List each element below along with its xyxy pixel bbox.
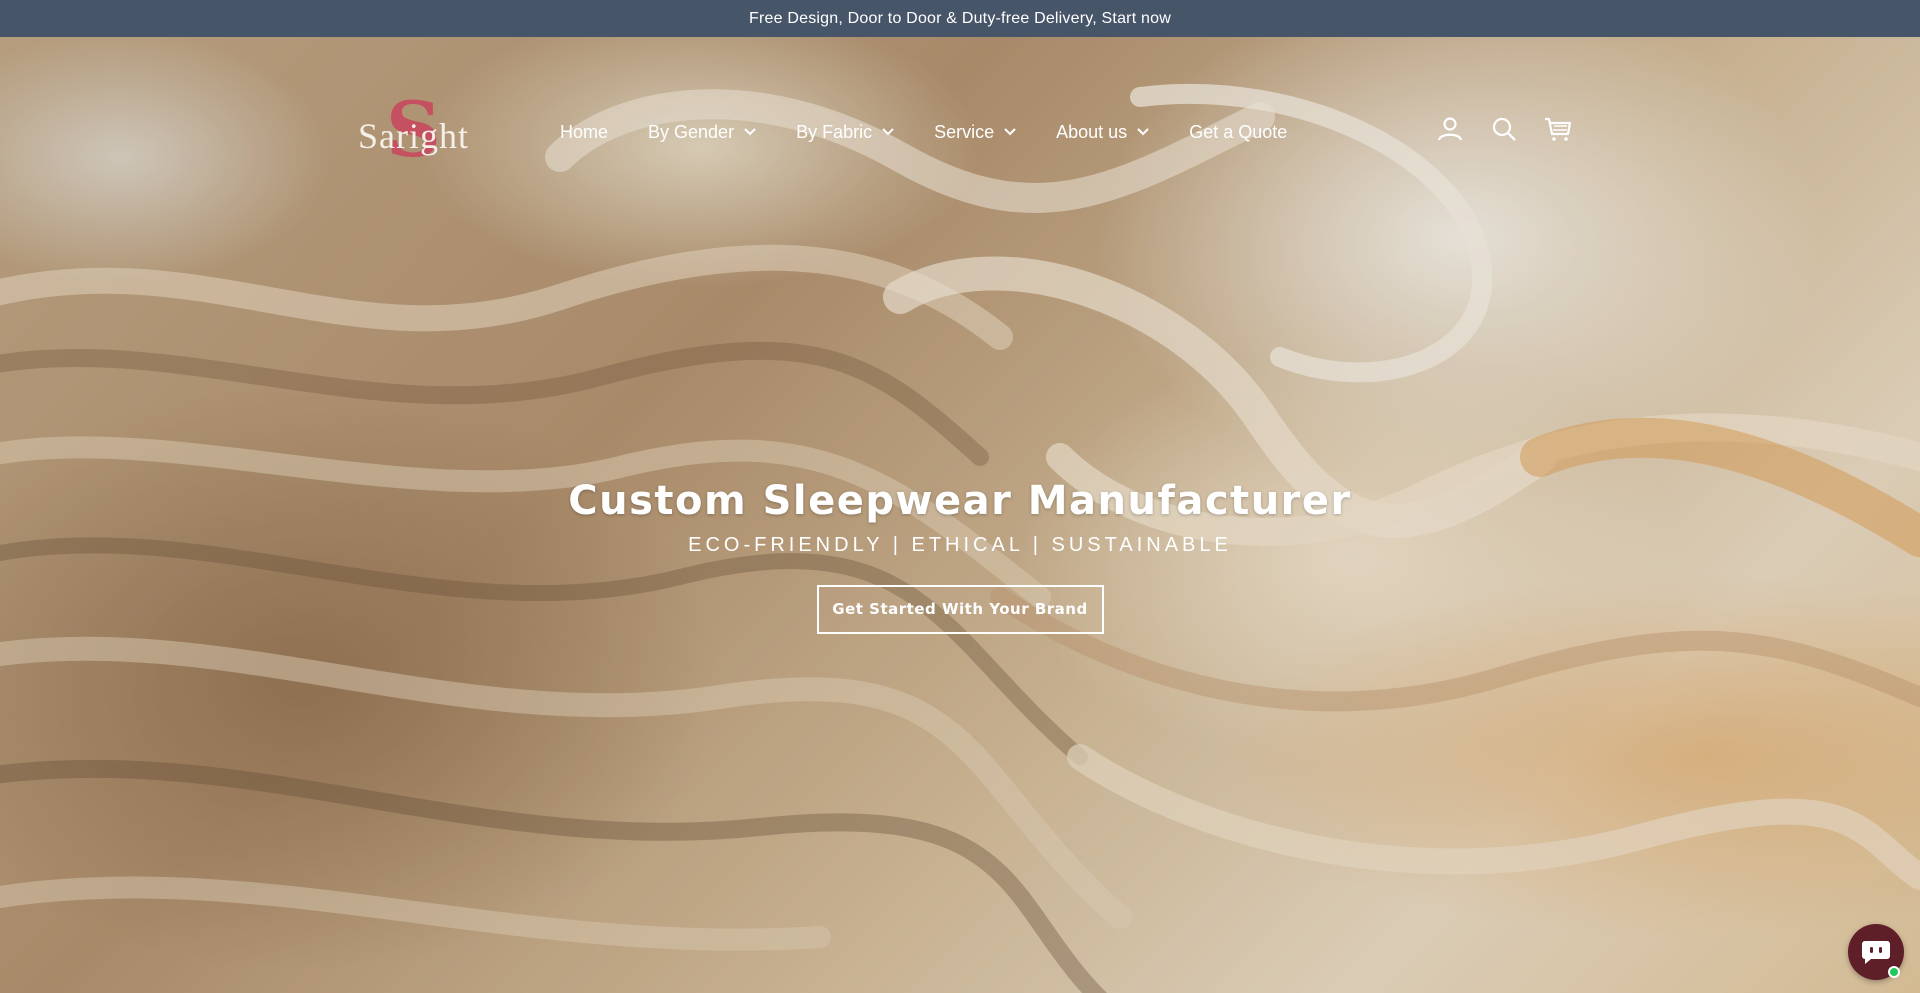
announcement-bar[interactable]: Free Design, Door to Door & Duty-free De…: [0, 0, 1920, 37]
header-icons: [1436, 115, 1572, 143]
nav-item-by-fabric[interactable]: By Fabric: [796, 122, 894, 143]
chevron-down-icon: [744, 128, 756, 136]
account-icon[interactable]: [1436, 115, 1464, 143]
nav-item-get-a-quote[interactable]: Get a Quote: [1189, 122, 1287, 143]
nav-item-about-us[interactable]: About us: [1056, 122, 1149, 143]
nav-item-label: Home: [560, 121, 609, 142]
nav-item-home[interactable]: Home: [560, 122, 608, 143]
chat-bubble-icon: [1862, 941, 1890, 964]
nav-item-by-gender[interactable]: By Gender: [648, 122, 756, 143]
chevron-down-icon: [882, 128, 894, 136]
main-nav: Home By Gender By Fabric Service About u…: [560, 117, 1327, 147]
chevron-down-icon: [1004, 128, 1016, 136]
nav-item-label: Service: [934, 121, 995, 142]
search-icon[interactable]: [1490, 115, 1518, 143]
nav-item-service[interactable]: Service: [934, 122, 1016, 143]
cart-icon[interactable]: [1544, 115, 1572, 143]
saright-logo[interactable]: S Saright: [356, 85, 476, 174]
nav-item-label: About us: [1056, 121, 1128, 142]
online-status-dot: [1888, 966, 1900, 978]
chevron-down-icon: [1137, 128, 1149, 136]
get-started-button[interactable]: Get Started With Your Brand: [816, 585, 1104, 634]
hero-content: Custom Sleepwear Manufacturer ECO-FRIEND…: [0, 478, 1920, 634]
announcement-text[interactable]: Free Design, Door to Door & Duty-free De…: [749, 10, 1171, 28]
nav-item-label: Get a Quote: [1189, 121, 1288, 142]
hero-title: Custom Sleepwear Manufacturer: [568, 478, 1352, 524]
nav-item-label: By Fabric: [796, 121, 873, 142]
hero-subtitle: ECO-FRIENDLY | ETHICAL | SUSTAINABLE: [688, 534, 1232, 556]
nav-item-label: By Gender: [648, 121, 735, 142]
logo-text: Saright: [358, 116, 469, 156]
site-header: S Saright Home By Gender By Fabric Servi…: [0, 37, 1920, 217]
